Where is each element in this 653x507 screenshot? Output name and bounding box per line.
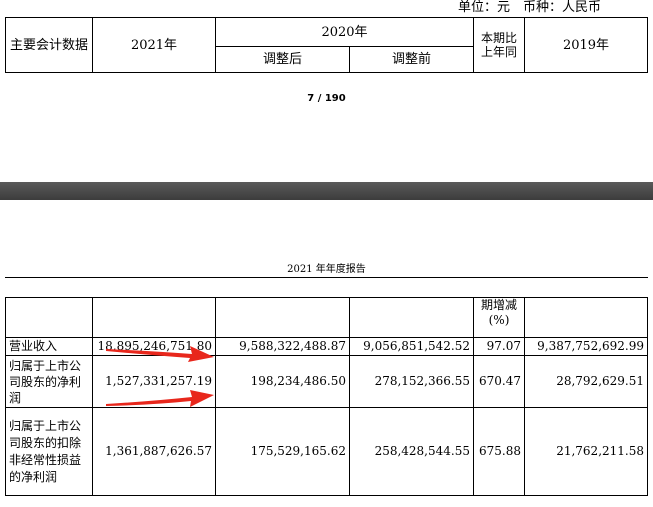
header-yoy: 本期比上年同: [473, 17, 525, 73]
row-label: 营业收入: [5, 337, 93, 356]
page-number: 7 / 190: [307, 93, 346, 104]
cell-2020-before: 9,056,851,542.52: [349, 337, 474, 356]
row-label: 归属于上市公司股东的扣除非经常性损益的净利润: [5, 407, 93, 496]
table-row: 营业收入 18,895,246,751.80 9,588,322,488.87 …: [5, 337, 648, 356]
page-gap-band: [0, 182, 653, 200]
cell-2021: 1,361,887,626.57: [92, 407, 216, 496]
header-2020-after: 调整后: [215, 46, 350, 73]
cell-2020-before: 258,428,544.55: [349, 407, 474, 496]
table-row: 归属于上市公司股东的扣除非经常性损益的净利润 1,361,887,626.57 …: [5, 407, 648, 496]
cell-2020-after: 9,588,322,488.87: [215, 337, 350, 356]
cell-2019: 28,792,629.51: [524, 355, 648, 408]
header-main-accounting-data: 主要会计数据: [5, 17, 93, 73]
top-table: 主要会计数据 2021年 2020年 本期比上年同 2019年 调整后 调整前: [5, 17, 648, 73]
header-yoy-continued: 期增减(%): [473, 297, 525, 338]
row-label: 归属于上市公司股东的净利润: [5, 355, 93, 408]
red-arrow-2: [106, 390, 214, 407]
table-row: 归属于上市公司股东的净利润 1,527,331,257.19 198,234,4…: [5, 355, 648, 408]
report-header: 2021 年年度报告: [287, 264, 366, 275]
header-2019: 2019年: [524, 17, 648, 73]
cont-cell-4: [349, 297, 474, 338]
header-rule: [5, 277, 648, 278]
red-arrow-1: [106, 346, 214, 362]
header-2020: 2020年: [215, 17, 474, 47]
bottom-table: 期增减(%) 营业收入 18,895,246,751.80 9,588,322,…: [5, 297, 648, 496]
cont-cell-2: [92, 297, 216, 338]
cell-2020-before: 278,152,366.55: [349, 355, 474, 408]
unit-currency-line: 单位：元 币种：人民币: [458, 0, 602, 15]
cont-cell-6: [524, 297, 648, 338]
cell-2020-after: 198,234,486.50: [215, 355, 350, 408]
header-2020-before: 调整前: [349, 46, 474, 73]
cell-2020-after: 175,529,165.62: [215, 407, 350, 496]
cell-yoy: 675.88: [473, 407, 525, 496]
cont-cell-1: [5, 297, 93, 338]
cell-yoy: 97.07: [473, 337, 525, 356]
cell-2019: 21,762,211.58: [524, 407, 648, 496]
cont-cell-3: [215, 297, 350, 338]
header-2021: 2021年: [92, 17, 216, 73]
cell-yoy: 670.47: [473, 355, 525, 408]
cell-2019: 9,387,752,692.99: [524, 337, 648, 356]
